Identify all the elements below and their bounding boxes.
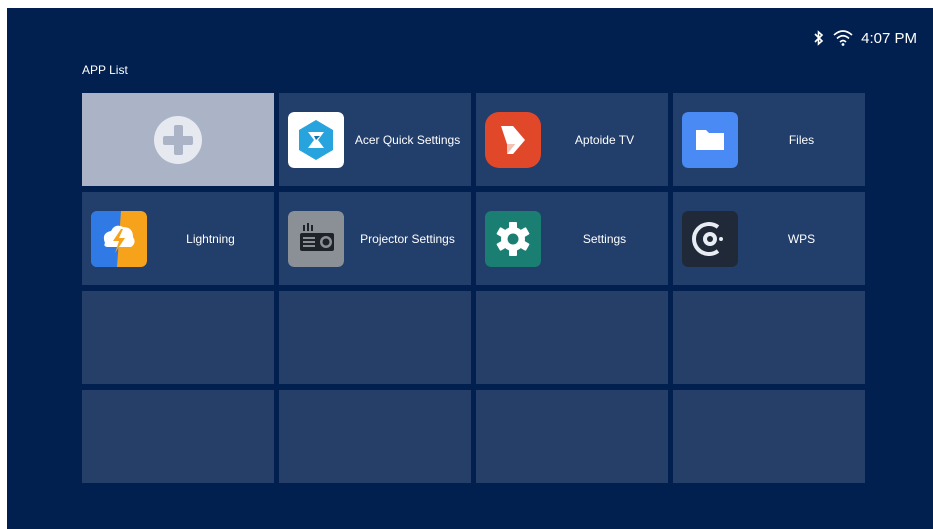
add-app-tile[interactable] bbox=[82, 93, 274, 186]
app-tile-settings[interactable]: Settings bbox=[476, 192, 668, 285]
acer-quick-settings-icon bbox=[288, 112, 344, 168]
folder-icon bbox=[682, 112, 738, 168]
app-label: Aptoide TV bbox=[574, 132, 635, 147]
bluetooth-icon bbox=[813, 30, 825, 46]
wifi-icon bbox=[833, 30, 853, 46]
app-tile-acer-quick-settings[interactable]: Acer Quick Settings bbox=[279, 93, 471, 186]
empty-slot[interactable] bbox=[476, 291, 668, 384]
wps-icon bbox=[682, 211, 738, 267]
app-tile-wps[interactable]: WPS bbox=[673, 192, 865, 285]
app-tile-files[interactable]: Files bbox=[673, 93, 865, 186]
app-grid: Acer Quick Settings Aptoide TV Files Lig… bbox=[82, 93, 865, 483]
app-tile-aptoide-tv[interactable]: Aptoide TV bbox=[476, 93, 668, 186]
aptoide-tv-icon bbox=[485, 112, 541, 168]
empty-slot[interactable] bbox=[673, 291, 865, 384]
clock: 4:07 PM bbox=[861, 29, 917, 47]
status-bar: 4:07 PM bbox=[813, 28, 917, 48]
empty-slot[interactable] bbox=[82, 390, 274, 483]
empty-slot[interactable] bbox=[279, 390, 471, 483]
empty-slot[interactable] bbox=[476, 390, 668, 483]
add-icon bbox=[154, 115, 202, 164]
app-label: WPS bbox=[787, 231, 816, 246]
app-label: Projector Settings bbox=[360, 231, 455, 246]
app-label: Acer Quick Settings bbox=[354, 132, 461, 147]
app-tile-projector-settings[interactable]: Projector Settings bbox=[279, 192, 471, 285]
empty-slot[interactable] bbox=[673, 390, 865, 483]
page-title: APP List bbox=[82, 63, 128, 77]
empty-slot[interactable] bbox=[82, 291, 274, 384]
app-label: Files bbox=[788, 132, 815, 147]
gear-icon bbox=[485, 211, 541, 267]
app-tile-lightning[interactable]: Lightning bbox=[82, 192, 274, 285]
lightning-icon bbox=[91, 211, 147, 267]
launcher-screen: 4:07 PM APP List Acer Quick Settings Apt… bbox=[7, 8, 933, 529]
empty-slot[interactable] bbox=[279, 291, 471, 384]
app-label: Lightning bbox=[186, 231, 235, 246]
projector-icon bbox=[288, 211, 344, 267]
app-label: Settings bbox=[582, 231, 627, 246]
